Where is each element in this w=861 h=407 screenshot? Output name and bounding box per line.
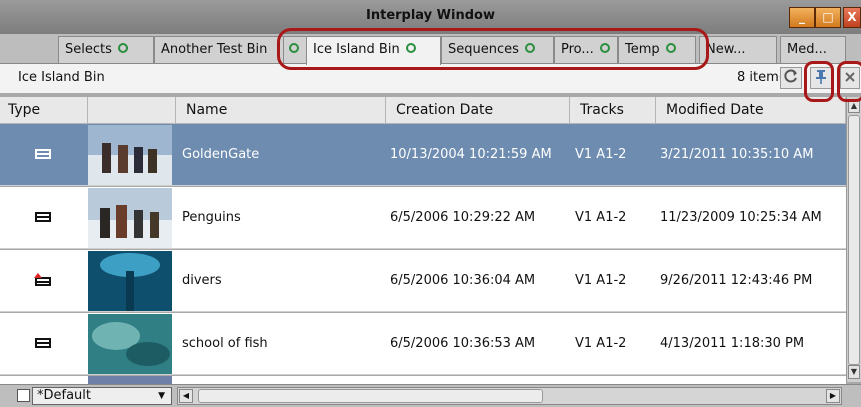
close-highlight-oval <box>837 61 861 102</box>
bin-title: Ice Island Bin <box>18 70 105 85</box>
tracks: V1 A1-2 <box>575 147 627 162</box>
clip-name: GoldenGate <box>182 147 260 162</box>
column-header-type[interactable]: Type <box>0 97 88 124</box>
minimize-button[interactable]: _ <box>789 7 815 28</box>
tab-new[interactable]: New... <box>699 36 777 63</box>
tracks: V1 A1-2 <box>575 336 627 351</box>
modified-date: 3/21/2011 10:35:10 AM <box>660 147 814 162</box>
clip-name: school of fish <box>182 336 268 351</box>
table-row[interactable]: Penguins 6/5/2006 10:29:22 AM V1 A1-2 11… <box>0 187 846 249</box>
view-checkbox[interactable] <box>17 389 30 402</box>
clip-thumbnail <box>88 376 172 384</box>
tab-label: Another Test Bin <box>161 42 268 57</box>
modified-date: 9/26/2011 12:43:46 PM <box>660 273 813 288</box>
column-header-name[interactable]: Name <box>176 97 386 124</box>
tab-label: Selects <box>65 42 112 57</box>
vertical-scrollbar[interactable]: ▲ ▼ <box>846 97 861 382</box>
film-clip-icon <box>35 149 51 159</box>
tab-label: Med... <box>787 42 827 57</box>
clip-thumbnail <box>88 188 172 248</box>
vertical-scroll-thumb[interactable] <box>848 115 860 365</box>
tabs-highlight-oval <box>277 28 709 70</box>
creation-date: 6/5/2006 10:36:53 AM <box>390 336 536 351</box>
column-header-thumbnail[interactable] <box>88 97 176 124</box>
scroll-right-icon[interactable]: ▶ <box>826 389 840 403</box>
clip-name: divers <box>182 273 222 288</box>
clip-name: Penguins <box>182 210 241 225</box>
chevron-down-icon: ▼ <box>158 391 165 401</box>
tracks: V1 A1-2 <box>575 210 627 225</box>
tab-med[interactable]: Med... <box>780 36 846 63</box>
pin-highlight-oval <box>804 61 834 102</box>
scroll-left-icon[interactable]: ◀ <box>179 389 193 403</box>
table-row[interactable] <box>0 376 846 384</box>
refresh-icon[interactable] <box>780 67 802 89</box>
horizontal-scrollbar[interactable]: ◀ ▶ <box>177 387 842 405</box>
column-header-tracks[interactable]: Tracks <box>570 97 656 124</box>
film-clip-icon <box>35 338 51 348</box>
tracks: V1 A1-2 <box>575 273 627 288</box>
view-preset-select[interactable]: *Default ▼ <box>32 387 172 405</box>
creation-date: 10/13/2004 10:21:59 AM <box>390 147 552 162</box>
modified-date: 4/13/2011 1:18:30 PM <box>660 336 805 351</box>
film-clip-icon <box>34 273 51 286</box>
tab-another-test-bin[interactable]: Another Test Bin <box>154 36 286 63</box>
tab-selects[interactable]: Selects <box>58 36 154 63</box>
creation-date: 6/5/2006 10:36:04 AM <box>390 273 536 288</box>
clip-thumbnail <box>88 314 172 374</box>
close-window-button[interactable]: X <box>843 7 861 28</box>
table-row[interactable]: GoldenGate 10/13/2004 10:21:59 AM V1 A1-… <box>0 124 846 186</box>
column-header-creation-date[interactable]: Creation Date <box>386 97 570 124</box>
horizontal-scroll-thumb[interactable] <box>198 389 543 403</box>
scroll-down-icon[interactable]: ▼ <box>848 365 860 379</box>
table-row[interactable]: divers 6/5/2006 10:36:04 AM V1 A1-2 9/26… <box>0 250 846 312</box>
film-clip-icon <box>35 212 51 222</box>
table-row[interactable]: school of fish 6/5/2006 10:36:53 AM V1 A… <box>0 313 846 375</box>
window-title: Interplay Window <box>366 8 495 23</box>
clip-thumbnail <box>88 125 172 185</box>
modified-date: 11/23/2009 10:25:34 AM <box>660 210 822 225</box>
creation-date: 6/5/2006 10:29:22 AM <box>390 210 536 225</box>
tab-label: New... <box>706 42 746 57</box>
clip-thumbnail <box>88 251 172 311</box>
view-preset-value: *Default <box>37 388 91 403</box>
maximize-button[interactable]: □ <box>815 7 841 28</box>
tab-status-icon <box>117 43 128 53</box>
bottom-bar: *Default ▼ ◀ ▶ <box>0 384 861 407</box>
